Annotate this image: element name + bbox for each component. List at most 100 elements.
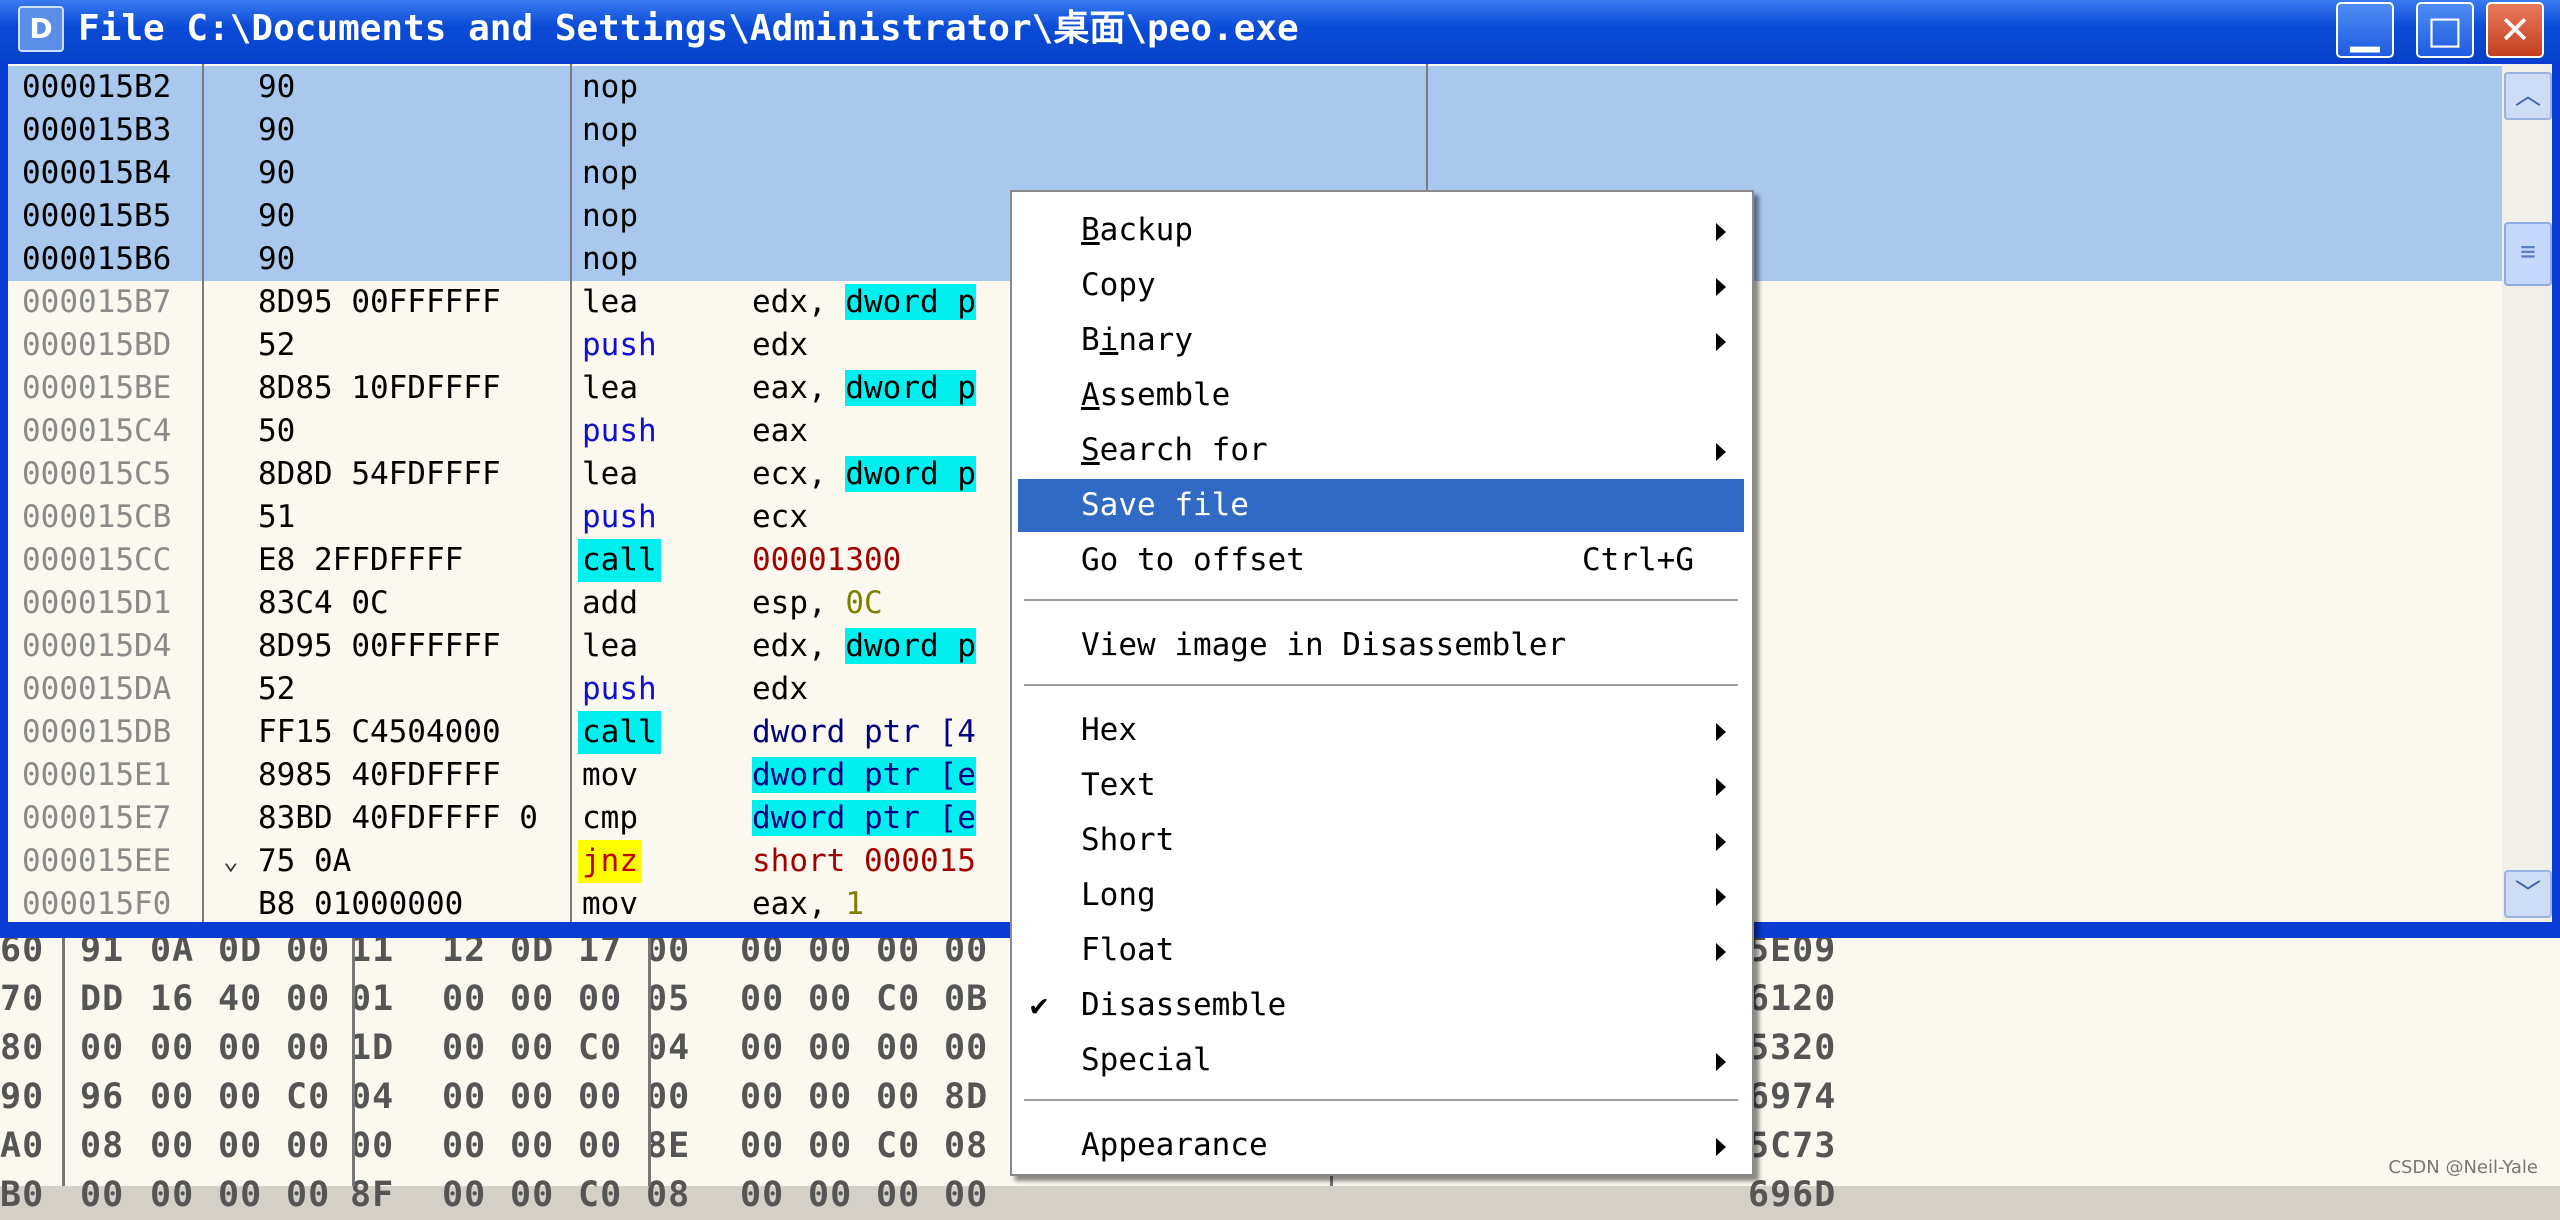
menu-item-copy[interactable]: Copy: [1018, 259, 1744, 312]
hex-byte: 08: [80, 1126, 125, 1166]
row-bytes: 90: [258, 198, 296, 234]
close-button[interactable]: ✕: [2486, 2, 2544, 58]
hex-tail: 6974: [1748, 1077, 1837, 1117]
menu-item-view-image-in-disassembler[interactable]: View image in Disassembler: [1018, 619, 1744, 672]
hex-byte: 00: [646, 1077, 691, 1117]
operand-part: ecx: [752, 499, 808, 535]
operand-part: edx,: [752, 628, 846, 664]
hex-byte: 00: [510, 1175, 555, 1215]
row-bytes: 52: [258, 671, 296, 707]
row-address: 000015B2: [22, 69, 172, 105]
menu-separator: [1024, 684, 1738, 688]
menu-item-save-file[interactable]: Save file: [1018, 479, 1744, 532]
title-bar[interactable]: D File C:\Documents and Settings\Adminis…: [0, 0, 2560, 60]
operand-part: edx,: [752, 284, 846, 320]
hex-tail: 6120: [1748, 979, 1837, 1019]
jump-arrow-icon: ⌄: [223, 846, 239, 876]
menu-item-disassemble[interactable]: ✔ Disassemble: [1018, 979, 1744, 1032]
scroll-down-button[interactable]: ﹀: [2504, 870, 2552, 918]
hex-byte: 1D: [350, 1028, 395, 1068]
vertical-scrollbar[interactable]: ︿ ≡ ﹀: [2502, 64, 2552, 922]
operand-part: dword ptr [e: [752, 800, 976, 836]
row-operand: eax, dword p: [752, 367, 976, 410]
operand-part: eax,: [752, 370, 846, 406]
row-operand: 00001300: [752, 539, 901, 582]
operand-part: esp,: [752, 585, 846, 621]
menu-item-search-for[interactable]: Search for: [1018, 424, 1744, 477]
row-mnemonic: nop: [582, 198, 638, 234]
hex-offset: B0: [0, 1175, 45, 1215]
menu-item-appearance[interactable]: Appearance: [1018, 1119, 1744, 1172]
row-operand: dword ptr [e: [752, 797, 976, 840]
hex-byte: 96: [80, 1077, 125, 1117]
hex-byte: 00: [808, 1126, 853, 1166]
row-mnemonic: call: [578, 711, 661, 754]
chevron-up-icon: ︿: [2514, 81, 2541, 111]
listing-row[interactable]: 000015B2 90 nop: [8, 66, 2502, 109]
row-bytes: 83C4 0C: [258, 585, 389, 621]
menu-item-label: Short: [1081, 822, 1175, 858]
hex-byte: 00: [442, 1175, 487, 1215]
hex-byte: 00: [740, 1028, 785, 1068]
row-mnemonic: lea: [582, 370, 638, 406]
menu-item-hex[interactable]: Hex: [1018, 704, 1744, 757]
hex-byte: 00: [218, 1175, 263, 1215]
menu-item-long[interactable]: Long: [1018, 869, 1744, 922]
hex-column-divider: [352, 920, 355, 1186]
hex-byte: 00: [944, 1175, 989, 1215]
menu-item-text[interactable]: Text: [1018, 759, 1744, 812]
menu-item-short[interactable]: Short: [1018, 814, 1744, 867]
listing-row[interactable]: 000015B4 90 nop: [8, 152, 2502, 195]
hex-byte: 00: [578, 979, 623, 1019]
hex-byte: 8D: [944, 1077, 989, 1117]
submenu-arrow-icon: [1716, 223, 1726, 241]
row-bytes: 8D95 00FFFFFF: [258, 628, 501, 664]
row-bytes: 90: [258, 155, 296, 191]
row-mnemonic: lea: [582, 284, 638, 320]
menu-item-special[interactable]: Special: [1018, 1034, 1744, 1087]
menu-item-float[interactable]: Float: [1018, 924, 1744, 977]
hex-byte: 8F: [350, 1175, 395, 1215]
row-mnemonic: lea: [582, 628, 638, 664]
hex-byte: 00: [218, 1126, 263, 1166]
menu-item-label: Assemble: [1081, 377, 1231, 413]
submenu-arrow-icon: [1716, 943, 1726, 961]
menu-item-shortcut: Ctrl+G: [1582, 542, 1694, 578]
scroll-up-button[interactable]: ︿: [2504, 72, 2552, 120]
hex-byte: C0: [876, 1126, 921, 1166]
submenu-arrow-icon: [1716, 778, 1726, 796]
row-bytes: 90: [258, 241, 296, 277]
row-bytes: 90: [258, 112, 296, 148]
menu-item-binary[interactable]: Binary: [1018, 314, 1744, 367]
row-operand: eax, 1: [752, 883, 864, 922]
hex-byte: 00: [808, 979, 853, 1019]
maximize-button[interactable]: □: [2416, 2, 2474, 58]
hex-byte: 00: [510, 1077, 555, 1117]
hex-tail: 5320: [1748, 1028, 1837, 1068]
row-bytes: 8D85 10FDFFFF: [258, 370, 501, 406]
hex-byte: 00: [442, 1028, 487, 1068]
row-operand: edx: [752, 324, 808, 367]
row-address: 000015DA: [22, 671, 172, 707]
scroll-thumb[interactable]: ≡: [2504, 222, 2552, 286]
menu-item-assemble[interactable]: Assemble: [1018, 369, 1744, 422]
hex-byte: 8E: [646, 1126, 691, 1166]
row-bytes: 52: [258, 327, 296, 363]
row-bytes: 8985 40FDFFFF: [258, 757, 501, 793]
menu-item-label: View image in Disassembler: [1081, 627, 1567, 663]
minimize-button[interactable]: ▁: [2336, 2, 2394, 58]
check-icon: ✔: [1030, 988, 1049, 1023]
menu-item-go-to-offset[interactable]: Go to offset Ctrl+G: [1018, 534, 1744, 587]
menu-item-backup[interactable]: Backup: [1018, 204, 1744, 257]
hex-column-divider: [648, 920, 651, 1186]
hex-byte: 00: [510, 1028, 555, 1068]
hex-byte: 00: [150, 1077, 195, 1117]
submenu-arrow-icon: [1716, 1138, 1726, 1156]
row-operand: short 000015: [752, 840, 976, 883]
row-operand: esp, 0C: [752, 582, 883, 625]
listing-row[interactable]: 000015B3 90 nop: [8, 109, 2502, 152]
row-address: 000015B3: [22, 112, 172, 148]
hex-byte: 00: [876, 1028, 921, 1068]
hex-byte: C0: [286, 1077, 331, 1117]
hex-byte: C0: [876, 979, 921, 1019]
